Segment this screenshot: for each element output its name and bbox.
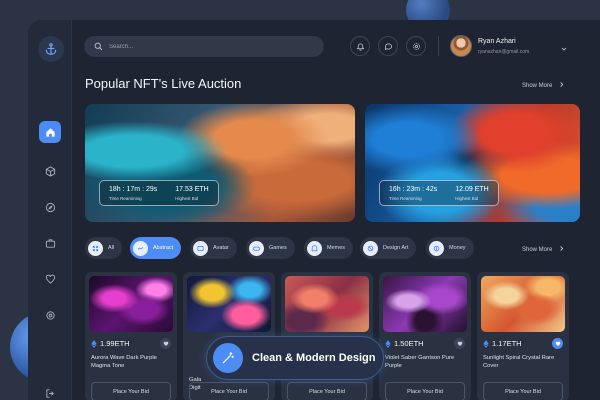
- heart-icon[interactable]: [160, 338, 171, 349]
- filter-chip-label: Money: [449, 245, 466, 251]
- settings-gear-icon[interactable]: [406, 36, 426, 56]
- place-bid-button[interactable]: Place Your Bid: [91, 382, 171, 400]
- time-remaining-value: 16h : 23m : 42s: [389, 185, 438, 193]
- meme-icon: [307, 240, 322, 256]
- avatar[interactable]: [450, 35, 472, 57]
- nft-price-value: 1.99ETH: [100, 339, 130, 348]
- time-remaining-label: Time Reamining: [389, 195, 422, 201]
- nft-artwork: [481, 276, 565, 332]
- nft-title: Aurora Wave Dark Purple Magma Tone: [91, 355, 157, 369]
- briefcase-icon[interactable]: [39, 232, 61, 254]
- ethereum-icon: [91, 339, 97, 348]
- filter-chip-label: All: [108, 245, 115, 251]
- show-more-link[interactable]: Show More: [522, 245, 565, 254]
- auction-card[interactable]: 16h : 23m : 42s Time Reamining 12.09 ETH…: [365, 104, 580, 222]
- auction-card[interactable]: 18h : 17m : 29s Time Reamining 17.53 ETH…: [85, 104, 355, 222]
- highest-bid-label: Highest Bid: [455, 195, 479, 201]
- nft-artwork: [285, 276, 369, 332]
- highest-bid-value: 17.53 ETH: [175, 185, 209, 193]
- nft-artwork: [187, 276, 271, 332]
- nft-price-value: 1.50ETH: [394, 339, 424, 348]
- nft-artwork: [89, 276, 173, 332]
- filter-chip-money[interactable]: Money: [426, 237, 474, 259]
- money-icon: [429, 240, 444, 256]
- heart-icon[interactable]: [39, 268, 61, 290]
- design-icon: [363, 240, 378, 256]
- sidebar: [28, 20, 72, 400]
- auction-timer: 16h : 23m : 42s Time Reamining 12.09 ETH…: [379, 180, 499, 206]
- search-icon: [94, 38, 103, 56]
- highest-bid-value: 12.09 ETH: [455, 185, 489, 193]
- show-more-label: Show More: [522, 82, 553, 89]
- chat-icon[interactable]: [378, 36, 398, 56]
- feature-badge: Clean & Modern Design: [206, 336, 384, 380]
- filter-chip-label: Abstract: [153, 245, 174, 251]
- chevron-right-icon: [558, 81, 565, 90]
- chevron-right-icon: [558, 245, 565, 254]
- filter-chip-all[interactable]: All: [85, 237, 123, 259]
- nft-price: 1.50ETH: [385, 339, 424, 348]
- chevron-down-icon[interactable]: [560, 40, 568, 58]
- nft-card[interactable]: 1.99ETH Aurora Wave Dark Purple Magma To…: [85, 272, 177, 400]
- place-bid-button[interactable]: Place Your Bid: [287, 382, 367, 400]
- filter-chip-abstract[interactable]: Abstract: [130, 237, 182, 259]
- time-remaining-label: Time Reamining: [109, 195, 142, 201]
- nft-artwork: [383, 276, 467, 332]
- place-bid-button[interactable]: Place Your Bid: [483, 382, 563, 400]
- nft-price: 1.99ETH: [91, 339, 130, 348]
- filter-chip-label: Design Art: [383, 245, 409, 251]
- avatar-icon: [193, 240, 208, 256]
- notification-bell-icon[interactable]: [350, 36, 370, 56]
- magic-wand-icon: [213, 343, 243, 373]
- time-remaining-value: 18h : 17m : 29s: [109, 185, 158, 193]
- gamepad-icon: [249, 240, 264, 256]
- nft-card[interactable]: 1.17ETH Sunlight Spiral Crystal Rare Cov…: [477, 272, 569, 400]
- filter-chip-label: Avatar: [213, 245, 229, 251]
- compass-icon[interactable]: [39, 196, 61, 218]
- nft-card[interactable]: 1.50ETH Violet Saber Garrison Pure Purpl…: [379, 272, 471, 400]
- filter-chip-games[interactable]: Games: [246, 237, 295, 259]
- filter-chip-design-art[interactable]: Design Art: [360, 237, 417, 259]
- anchor-logo-icon[interactable]: [38, 36, 64, 62]
- ethereum-icon: [483, 339, 489, 348]
- search-input[interactable]: [109, 43, 309, 50]
- settings-icon[interactable]: [39, 304, 61, 326]
- cube-icon[interactable]: [39, 160, 61, 182]
- abstract-icon: [133, 240, 148, 256]
- logout-icon[interactable]: [39, 382, 61, 400]
- place-bid-button[interactable]: Place Your Bid: [385, 382, 465, 400]
- nft-price: 1.17ETH: [483, 339, 522, 348]
- nft-title: Violet Saber Garrison Pure Purple: [385, 355, 455, 369]
- home-icon[interactable]: [39, 121, 61, 143]
- user-email: ryanazhari@gmail.com: [478, 49, 530, 55]
- heart-icon[interactable]: [552, 338, 563, 349]
- nft-title: Sunlight Spiral Crystal Rare Cover: [483, 355, 555, 369]
- show-more-label: Show More: [522, 246, 553, 253]
- search-bar[interactable]: [84, 36, 324, 57]
- page-title: Popular NFT's Live Auction: [85, 76, 242, 91]
- filter-chip-label: Games: [269, 245, 287, 251]
- feature-badge-text: Clean & Modern Design: [252, 352, 376, 364]
- highest-bid-label: Highest Bid: [175, 195, 199, 201]
- show-more-link[interactable]: Show More: [522, 81, 565, 90]
- user-name: Ryan Azhari: [478, 38, 516, 45]
- heart-icon[interactable]: [454, 338, 465, 349]
- ethereum-icon: [385, 339, 391, 348]
- filter-chip-memes[interactable]: Memes: [304, 237, 354, 259]
- filter-chip-avatar[interactable]: Avatar: [190, 237, 237, 259]
- grid-icon: [88, 240, 103, 256]
- filter-chip-label: Memes: [327, 245, 346, 251]
- divider: [438, 36, 439, 56]
- place-bid-button[interactable]: Place Your Bid: [189, 382, 269, 400]
- nft-price-value: 1.17ETH: [492, 339, 522, 348]
- auction-timer: 18h : 17m : 29s Time Reamining 17.53 ETH…: [99, 180, 219, 206]
